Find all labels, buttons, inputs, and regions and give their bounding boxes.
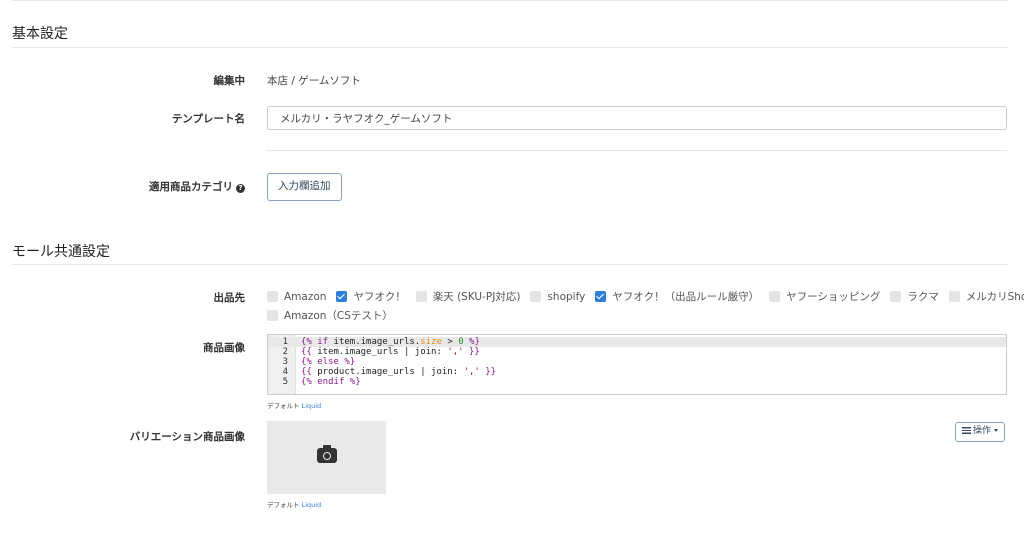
- list-icon: [962, 427, 971, 434]
- line-number: 2: [282, 347, 288, 357]
- checkbox[interactable]: [267, 291, 278, 302]
- liquid-link[interactable]: Liquid: [302, 402, 322, 410]
- checkbox[interactable]: [890, 291, 902, 302]
- liquid-link[interactable]: Liquid: [302, 501, 322, 509]
- destination-option-yahoo-shopping[interactable]: ヤフーショッピング: [769, 289, 880, 304]
- code-text: {% endif %}: [301, 377, 361, 387]
- question-circle-icon[interactable]: ?: [236, 184, 245, 193]
- variation-image-label: バリエーション商品画像: [129, 431, 245, 443]
- code-line: 1 {% if item.image_urls.size > 0 %}: [268, 337, 1006, 347]
- line-number: 5: [282, 377, 288, 387]
- code-line: 2 {{ item.image_urls | join: ',' }}: [268, 347, 1006, 357]
- line-number: 1: [282, 337, 288, 347]
- checkbox[interactable]: [769, 291, 781, 302]
- line-number: 3: [282, 357, 288, 367]
- checkbox-checked[interactable]: [336, 291, 348, 302]
- checkbox[interactable]: [530, 291, 542, 302]
- destination-option-shopify[interactable]: shopify: [530, 291, 585, 303]
- editing-value: 本店 / ゲームソフト: [267, 75, 361, 87]
- destinations-row-2: Amazon（CSテスト）: [267, 308, 403, 323]
- destination-option-rakuma[interactable]: ラクマ: [890, 289, 939, 304]
- template-name-input[interactable]: [267, 106, 1007, 130]
- template-name-label: テンプレート名: [171, 113, 245, 125]
- destination-option-yahoo-auction-strict[interactable]: ヤフオク！（出品ルール厳守）: [595, 289, 759, 304]
- section-title-mall-common: モール共通設定: [12, 244, 110, 260]
- code-text: {{ product.image_urls | join: ',' }}: [301, 367, 497, 377]
- checkbox-checked[interactable]: [595, 291, 607, 302]
- editing-label: 編集中: [213, 75, 246, 87]
- product-image-label: 商品画像: [203, 342, 245, 354]
- operations-dropdown-button[interactable]: 操作: [955, 422, 1006, 442]
- code-text: {% if item.image_urls.size > 0 %}: [301, 337, 480, 347]
- section-title-basic: 基本設定: [12, 26, 68, 42]
- section-divider-mall-common: [12, 264, 1008, 265]
- destination-option-amazon[interactable]: Amazon: [267, 291, 326, 303]
- top-divider: [12, 0, 1008, 1]
- code-text: {% else %}: [301, 357, 356, 367]
- line-number: 4: [282, 367, 288, 377]
- destination-option-rakuten[interactable]: 楽天 (SKU-PJ対応): [415, 289, 520, 304]
- code-line: 3 {% else %}: [268, 357, 1006, 367]
- checkbox[interactable]: [415, 291, 427, 302]
- variation-image-placeholder[interactable]: [267, 421, 386, 494]
- category-label-wrap: 適用商品カテゴリ?: [149, 179, 245, 194]
- operations-label: 操作: [973, 426, 992, 436]
- destination-option-mercari-shops[interactable]: メルカリShops: [948, 289, 1024, 304]
- code-line: 4 {{ product.image_urls | join: ',' }}: [268, 367, 1006, 377]
- camera-icon: [317, 445, 337, 463]
- product-image-note: デフォルト Liquid: [267, 402, 322, 410]
- code-text: {{ item.image_urls | join: ',' }}: [301, 347, 480, 357]
- add-input-field-button[interactable]: 入力欄追加: [267, 173, 342, 201]
- destinations-row-1: Amazon ヤフオク！ 楽天 (SKU-PJ対応) shopify ヤフオク！…: [267, 289, 1024, 304]
- code-line: 5 {% endif %}: [268, 377, 1006, 387]
- destination-option-yahoo-auction[interactable]: ヤフオク！: [336, 289, 406, 304]
- checkbox[interactable]: [948, 291, 960, 302]
- liquid-code-editor[interactable]: 1 {% if item.image_urls.size > 0 %} 2 {{…: [267, 334, 1007, 395]
- destination-option-amazon-cs-test[interactable]: Amazon（CSテスト）: [267, 308, 393, 323]
- category-label: 適用商品カテゴリ: [149, 181, 233, 193]
- caret-down-icon: [994, 429, 999, 432]
- destinations-label: 出品先: [213, 292, 246, 304]
- field-divider: [267, 150, 1007, 151]
- variation-image-note: デフォルト Liquid: [267, 501, 322, 509]
- checkbox[interactable]: [267, 310, 278, 321]
- section-divider-basic: [12, 47, 1008, 48]
